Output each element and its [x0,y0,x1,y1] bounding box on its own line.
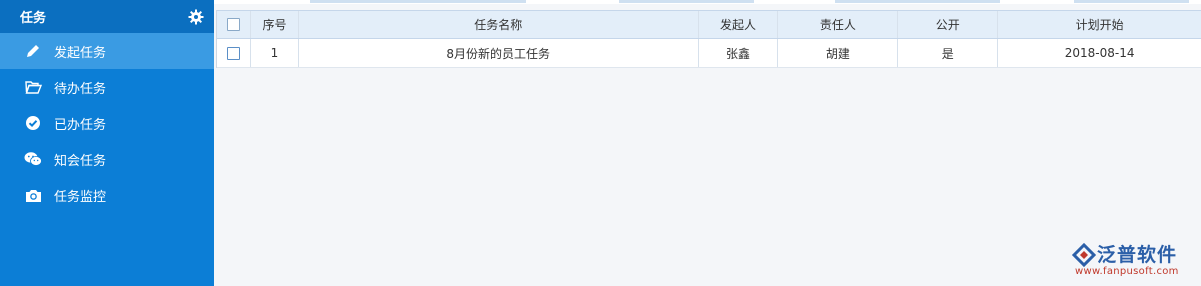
camera-icon [24,186,42,204]
row-select-cell [217,39,251,67]
sidebar-item-monitor-task[interactable]: 任务监控 [0,177,214,213]
task-table: 序号 任务名称 发起人 责任人 公开 计划开始 1 8月份新的员工任务 张鑫 胡… [216,10,1201,68]
logo-url: www.fanpusoft.com [1075,266,1179,277]
cell-public: 是 [898,39,999,67]
table-row[interactable]: 1 8月份新的员工任务 张鑫 胡建 是 2018-08-14 [217,39,1201,68]
sidebar-item-label: 已办任务 [54,117,107,133]
folder-open-icon [24,78,42,96]
cell-responsible: 胡建 [778,39,899,67]
select-all-checkbox[interactable] [226,18,240,31]
row-checkbox[interactable] [226,46,240,60]
select-all-cell [217,11,251,38]
sidebar-item-pending-task[interactable]: 待办任务 [0,69,214,105]
brand-logo: 泛普软件 www.fanpusoft.com [1071,238,1196,280]
column-header-responsible[interactable]: 责任人 [778,11,899,38]
cell-initiator: 张鑫 [699,39,779,67]
sidebar-item-label: 待办任务 [54,81,107,97]
sidebar-item-label: 任务监控 [54,189,107,205]
cell-task-name[interactable]: 8月份新的员工任务 [299,39,699,67]
gear-icon[interactable] [188,9,204,25]
sidebar: 任务 发起任务 待办任务 已办任务 知会任务 任务监控 [0,0,214,286]
column-header-public[interactable]: 公开 [898,11,999,38]
sidebar-header: 任务 [0,0,214,33]
pencil-icon [24,42,42,60]
sidebar-item-notify-task[interactable]: 知会任务 [0,141,214,177]
sidebar-item-start-task[interactable]: 发起任务 [0,33,214,69]
sidebar-title: 任务 [20,11,47,26]
column-header-initiator[interactable]: 发起人 [699,11,779,38]
column-header-name[interactable]: 任务名称 [299,11,699,38]
toolbar-strip [214,0,1201,4]
column-header-start[interactable]: 计划开始 [998,11,1201,38]
check-circle-icon [24,114,42,132]
logo-name: 泛普软件 [1097,244,1178,266]
logo-mark-icon [1071,242,1097,268]
sidebar-item-label: 发起任务 [54,45,107,61]
column-header-seq[interactable]: 序号 [251,11,299,38]
cell-seq: 1 [251,39,299,67]
table-header: 序号 任务名称 发起人 责任人 公开 计划开始 [217,10,1201,39]
wechat-icon [24,150,42,168]
main-content: 序号 任务名称 发起人 责任人 公开 计划开始 1 8月份新的员工任务 张鑫 胡… [214,0,1201,286]
app-window: 任务 发起任务 待办任务 已办任务 知会任务 任务监控 序号 任务名称 发起人 … [0,0,1201,286]
sidebar-item-label: 知会任务 [54,153,107,169]
sidebar-item-done-task[interactable]: 已办任务 [0,105,214,141]
cell-start-date: 2018-08-14 [1064,46,1135,60]
